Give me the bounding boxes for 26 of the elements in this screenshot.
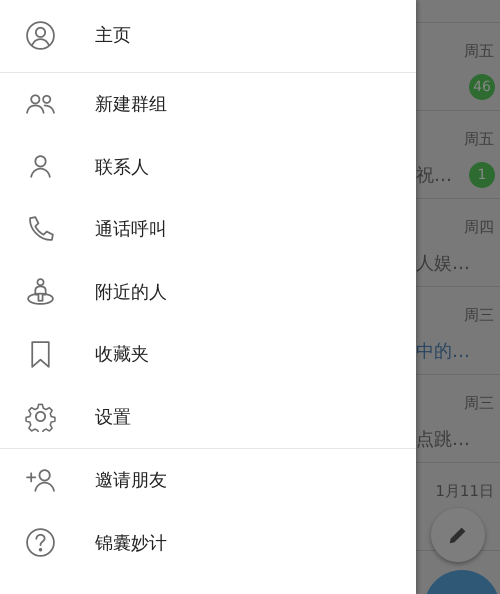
menu-item[interactable]: 附近的人 (0, 260, 416, 323)
settings-icon (25, 401, 56, 432)
user-circle-icon (25, 20, 56, 50)
chat-time: 1月11日 (435, 482, 494, 502)
menu-item[interactable]: 联系人 (0, 136, 416, 198)
help-icon (25, 527, 56, 558)
menu-item[interactable]: 新建群组 (0, 73, 416, 136)
chat-time: 周五 (464, 42, 494, 62)
menu-item[interactable]: 邀请朋友 (0, 449, 416, 512)
unread-count: 46 (469, 74, 495, 100)
person-on-ring-icon (25, 276, 56, 308)
chat-time: 周五 (464, 130, 494, 150)
chat-time: 周四 (464, 218, 494, 238)
message-preview: 中的… (416, 340, 470, 363)
menu-item[interactable]: 锦囊妙计 (0, 512, 416, 574)
menu-item[interactable]: 设置 (0, 386, 416, 448)
menu-item[interactable]: 通话呼叫 (0, 198, 416, 260)
message-preview: 人娱… (416, 252, 470, 275)
compose-button[interactable] (431, 508, 485, 562)
menu-item[interactable]: 收藏夹 (0, 323, 416, 386)
message-preview: 点跳… (416, 428, 470, 451)
message-preview: 祝… (416, 164, 452, 187)
chat-time: 周三 (464, 394, 494, 414)
unread-count: 1 (469, 162, 495, 188)
menu-item[interactable]: 主页 (0, 0, 416, 72)
chat-time: 周三 (464, 306, 494, 326)
